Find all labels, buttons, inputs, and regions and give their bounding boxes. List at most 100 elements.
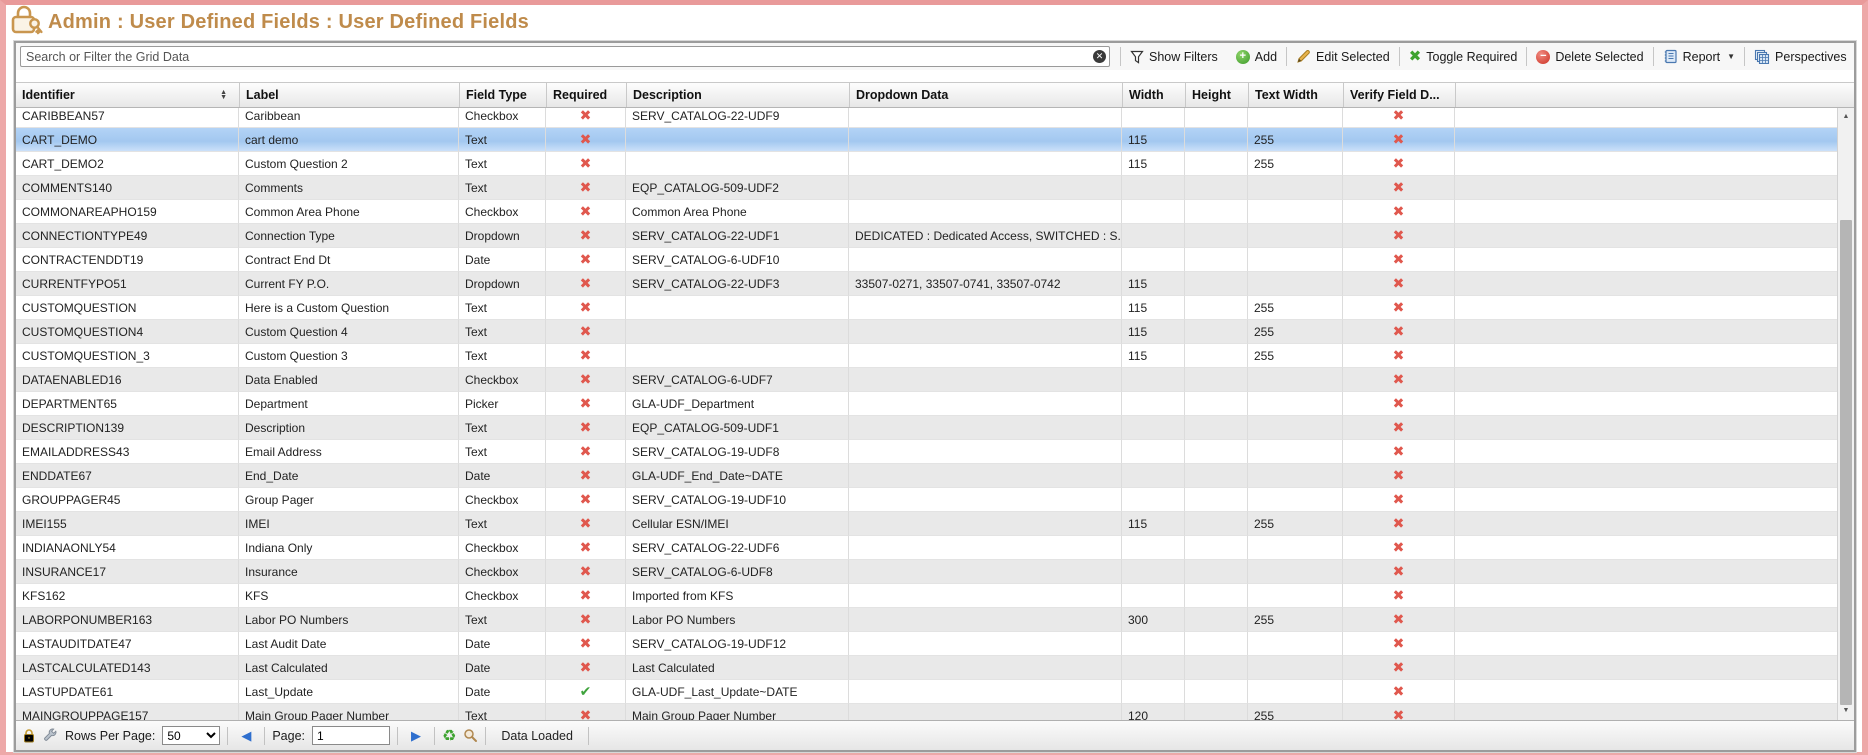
cell-identifier: DEPARTMENT65: [16, 392, 239, 416]
toggle-required-icon: ✖: [1409, 50, 1422, 64]
refresh-icon[interactable]: ♻: [442, 726, 456, 746]
search-input[interactable]: [20, 46, 1110, 67]
cell-description: Common Area Phone: [626, 200, 849, 224]
toolbar-grid-gap: [16, 70, 1854, 82]
table-row[interactable]: CUSTOMQUESTION_3 Custom Question 3 Text …: [16, 344, 1854, 368]
column-header-text-width[interactable]: Text Width: [1248, 83, 1343, 107]
required-no-icon: ✖: [580, 323, 592, 340]
cell-filler: [1455, 656, 1854, 680]
column-label: Dropdown Data: [856, 88, 948, 102]
column-header-identifier[interactable]: Identifier ▲▼: [16, 83, 239, 107]
page-number-input[interactable]: [312, 726, 390, 745]
table-row[interactable]: CONNECTIONTYPE49 Connection Type Dropdow…: [16, 224, 1854, 248]
table-row[interactable]: EMAILADDRESS43 Email Address Text ✖ SERV…: [16, 440, 1854, 464]
column-header-verify-field[interactable]: Verify Field D...: [1343, 83, 1455, 107]
show-filters-button[interactable]: Show Filters: [1121, 46, 1227, 67]
cell-identifier: IMEI155: [16, 512, 239, 536]
table-row[interactable]: CART_DEMO2 Custom Question 2 Text ✖ 115 …: [16, 152, 1854, 176]
magnifier-icon[interactable]: [463, 728, 478, 743]
table-row[interactable]: DATAENABLED16 Data Enabled Checkbox ✖ SE…: [16, 368, 1854, 392]
lock-icon[interactable]: [22, 728, 36, 743]
cell-identifier: MAINGROUPPAGE157: [16, 704, 239, 720]
report-label: Report: [1683, 50, 1721, 64]
table-row[interactable]: GROUPPAGER45 Group Pager Checkbox ✖ SERV…: [16, 488, 1854, 512]
table-row[interactable]: IMEI155 IMEI Text ✖ Cellular ESN/IMEI 11…: [16, 512, 1854, 536]
cell-required: ✖: [546, 656, 626, 680]
scroll-down-button[interactable]: ▼: [1838, 703, 1854, 719]
cell-height: [1185, 108, 1248, 128]
scroll-up-button[interactable]: ▲: [1838, 109, 1854, 125]
cell-width: 115: [1122, 320, 1185, 344]
edit-selected-button[interactable]: Edit Selected: [1287, 46, 1399, 67]
required-no-icon: ✖: [580, 539, 592, 556]
rows-per-page-select[interactable]: 50: [162, 726, 220, 745]
cell-verify-field: ✖: [1343, 416, 1455, 440]
column-header-field-type[interactable]: Field Type: [459, 83, 546, 107]
table-row[interactable]: COMMONAREAPHO159 Common Area Phone Check…: [16, 200, 1854, 224]
cell-label: cart demo: [239, 128, 459, 152]
column-header-width[interactable]: Width: [1122, 83, 1185, 107]
title-bar: Admin : User Defined Fields : User Defin…: [6, 5, 1862, 39]
report-button[interactable]: Report ▼: [1654, 46, 1744, 67]
cell-identifier: GROUPPAGER45: [16, 488, 239, 512]
column-header-description[interactable]: Description: [626, 83, 849, 107]
table-row[interactable]: LABORPONUMBER163 Labor PO Numbers Text ✖…: [16, 608, 1854, 632]
cell-label: Comments: [239, 176, 459, 200]
table-row[interactable]: LASTAUDITDATE47 Last Audit Date Date ✖ S…: [16, 632, 1854, 656]
cell-filler: [1455, 536, 1854, 560]
cell-dropdown-data: [849, 704, 1122, 720]
toolbar: ✕ Show Filters + Add Edit Selected: [16, 43, 1854, 70]
table-row[interactable]: MAINGROUPPAGE157 Main Group Pager Number…: [16, 704, 1854, 720]
column-header-height[interactable]: Height: [1185, 83, 1248, 107]
cell-label: Custom Question 3: [239, 344, 459, 368]
table-row[interactable]: INDIANAONLY54 Indiana Only Checkbox ✖ SE…: [16, 536, 1854, 560]
cell-verify-field: ✖: [1343, 200, 1455, 224]
verify-no-icon: ✖: [1393, 395, 1405, 412]
cell-identifier: LASTCALCULATED143: [16, 656, 239, 680]
prev-page-icon[interactable]: ◀: [235, 728, 257, 744]
vertical-scrollbar[interactable]: ▲ ▼: [1837, 108, 1854, 720]
table-row[interactable]: DEPARTMENT65 Department Picker ✖ GLA-UDF…: [16, 392, 1854, 416]
table-row[interactable]: INSURANCE17 Insurance Checkbox ✖ SERV_CA…: [16, 560, 1854, 584]
wrench-icon[interactable]: [43, 728, 58, 743]
table-row[interactable]: ENDDATE67 End_Date Date ✖ GLA-UDF_End_Da…: [16, 464, 1854, 488]
clear-search-icon[interactable]: ✕: [1093, 50, 1106, 63]
table-row[interactable]: LASTUPDATE61 Last_Update Date ✔ GLA-UDF_…: [16, 680, 1854, 704]
table-row[interactable]: CURRENTFYPO51 Current FY P.O. Dropdown ✖…: [16, 272, 1854, 296]
verify-no-icon: ✖: [1393, 539, 1405, 556]
table-row[interactable]: COMMENTS140 Comments Text ✖ EQP_CATALOG-…: [16, 176, 1854, 200]
column-label: Height: [1192, 88, 1231, 102]
table-row[interactable]: CUSTOMQUESTION4 Custom Question 4 Text ✖…: [16, 320, 1854, 344]
cell-filler: [1455, 512, 1854, 536]
cell-label: Custom Question 2: [239, 152, 459, 176]
cell-filler: [1455, 108, 1854, 128]
column-header-required[interactable]: Required: [546, 83, 626, 107]
perspectives-button[interactable]: Perspectives ▼: [1745, 46, 1856, 67]
toggle-required-button[interactable]: ✖ Toggle Required: [1400, 46, 1527, 67]
table-row[interactable]: KFS162 KFS Checkbox ✖ Imported from KFS …: [16, 584, 1854, 608]
edit-selected-label: Edit Selected: [1316, 50, 1390, 64]
table-row[interactable]: CONTRACTENDDT19 Contract End Dt Date ✖ S…: [16, 248, 1854, 272]
table-row[interactable]: DESCRIPTION139 Description Text ✖ EQP_CA…: [16, 416, 1854, 440]
required-no-icon: ✖: [580, 275, 592, 292]
table-row[interactable]: CART_DEMO cart demo Text ✖ 115 255 ✖: [16, 128, 1854, 152]
cell-field-type: Checkbox: [459, 368, 546, 392]
table-row[interactable]: LASTCALCULATED143 Last Calculated Date ✖…: [16, 656, 1854, 680]
verify-no-icon: ✖: [1393, 515, 1405, 532]
next-page-icon[interactable]: ▶: [405, 728, 427, 744]
column-header-label[interactable]: Label: [239, 83, 459, 107]
add-button[interactable]: + Add: [1227, 46, 1286, 67]
scrollbar-thumb[interactable]: [1840, 220, 1852, 705]
cell-text-width: [1248, 440, 1343, 464]
table-row[interactable]: CUSTOMQUESTION Here is a Custom Question…: [16, 296, 1854, 320]
cell-identifier: CUSTOMQUESTION4: [16, 320, 239, 344]
column-header-dropdown-data[interactable]: Dropdown Data: [849, 83, 1122, 107]
grid-body: CARIBBEAN57 Caribbean Checkbox ✖ SERV_CA…: [16, 108, 1854, 720]
delete-selected-button[interactable]: − Delete Selected: [1527, 46, 1652, 67]
cell-dropdown-data: [849, 248, 1122, 272]
required-no-icon: ✖: [580, 108, 592, 124]
cell-description: Last Calculated: [626, 656, 849, 680]
table-row[interactable]: CARIBBEAN57 Caribbean Checkbox ✖ SERV_CA…: [16, 108, 1854, 128]
cell-label: IMEI: [239, 512, 459, 536]
cell-verify-field: ✖: [1343, 108, 1455, 128]
